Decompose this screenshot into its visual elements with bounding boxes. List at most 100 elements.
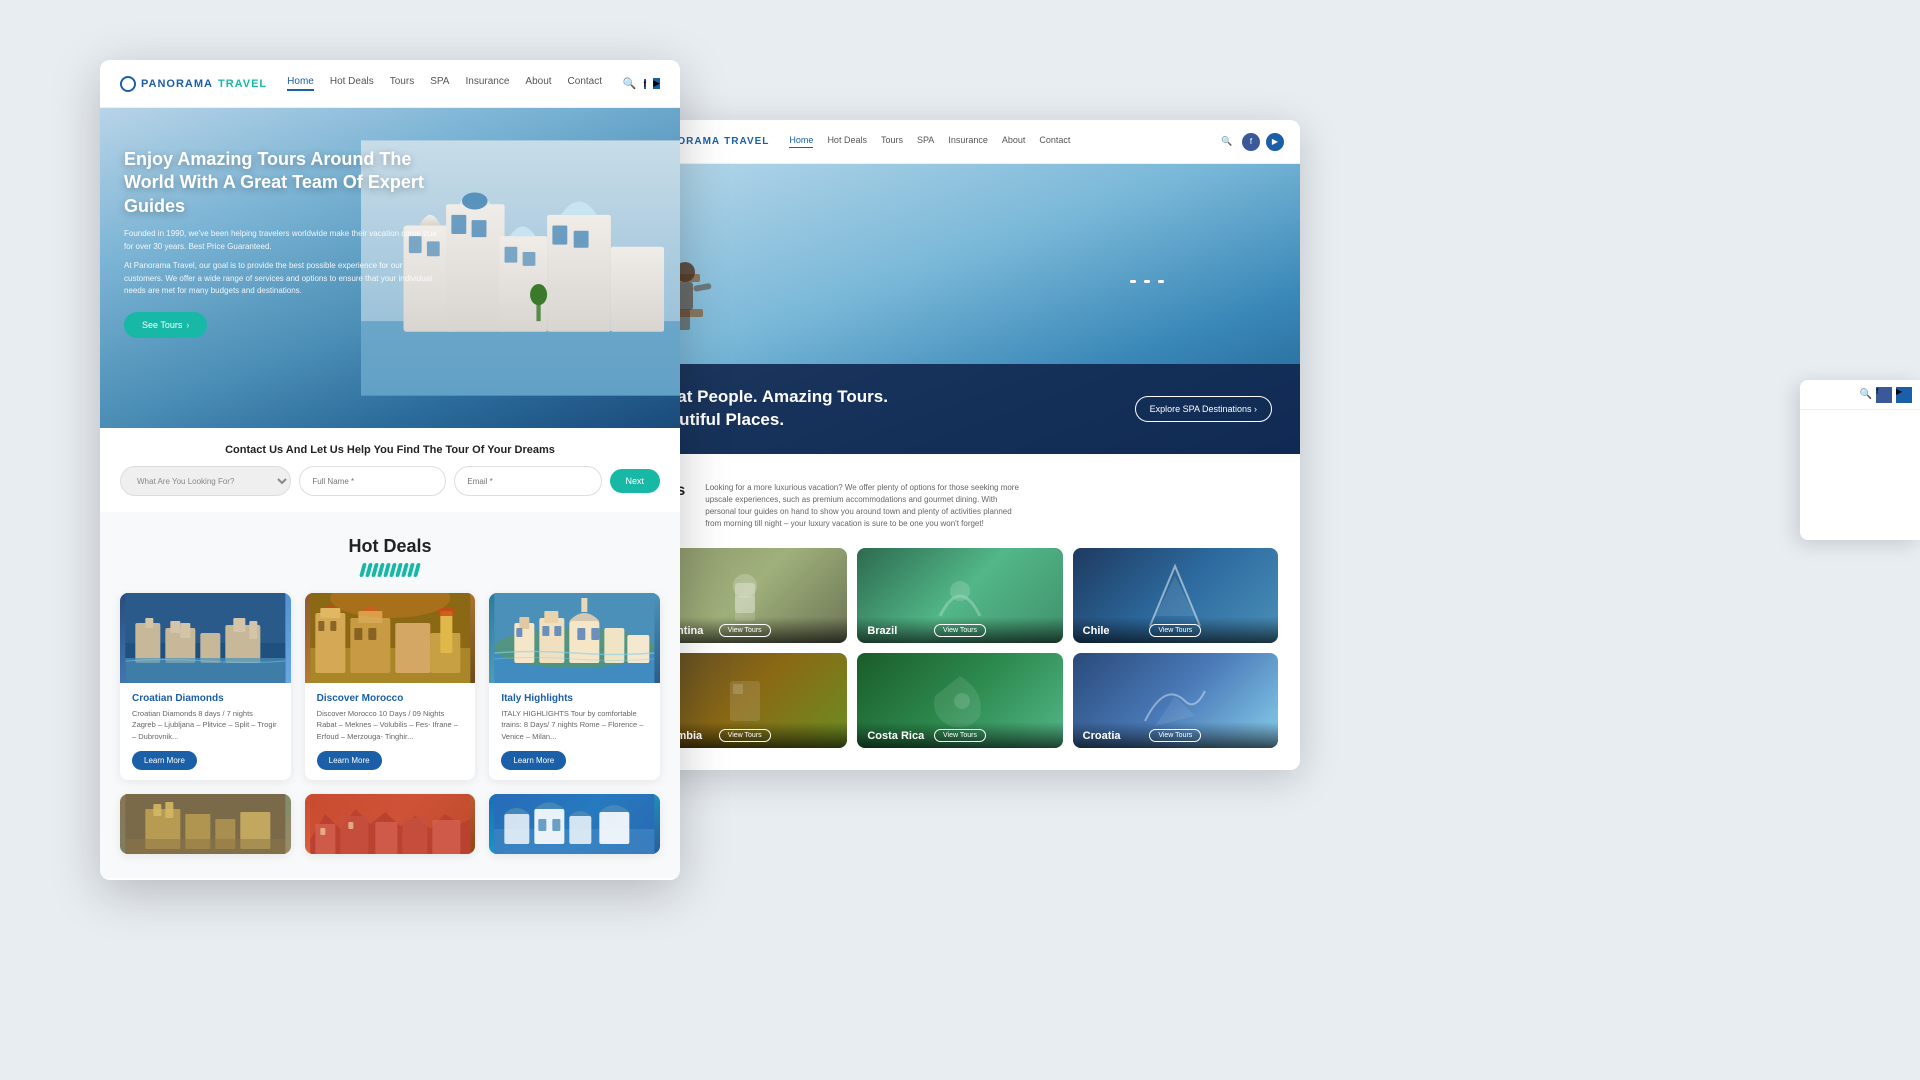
nav-links-back: Home Hot Deals Tours SPA Insurance About… bbox=[789, 135, 1206, 148]
tour-card-costa-rica: Costa Rica View Tours bbox=[857, 653, 1062, 748]
section-divider bbox=[120, 563, 660, 577]
partial-search-icon[interactable]: 🔍 bbox=[1860, 389, 1872, 400]
tours-section-back: Tours Looking for a more luxurious vacat… bbox=[620, 454, 1300, 770]
partial-facebook-icon[interactable]: f bbox=[1876, 387, 1892, 403]
next-button[interactable]: Next bbox=[610, 469, 661, 493]
brazil-view-tours-button[interactable]: View Tours bbox=[934, 624, 986, 637]
morocco-learn-more-button[interactable]: Learn More bbox=[317, 751, 382, 770]
hot-deals-section: Hot Deals bbox=[100, 512, 680, 878]
globe-icon-front bbox=[120, 76, 136, 92]
tours-header-back: Tours Looking for a more luxurious vacat… bbox=[642, 482, 1278, 530]
explore-spa-button[interactable]: Explore SPA Destinations › bbox=[1135, 396, 1272, 422]
brand-tagline-front: TRAVEL bbox=[218, 78, 267, 90]
tour-card-chile: Chile View Tours bbox=[1073, 548, 1278, 643]
hero-title-front: Enjoy Amazing Tours Around The World Wit… bbox=[124, 148, 443, 218]
hero-overlay-text: Great People. Amazing Tours. Beautiful P… bbox=[648, 386, 888, 432]
hero-back-title-line1: Great People. Amazing Tours. bbox=[648, 386, 888, 409]
nav-contact-back[interactable]: Contact bbox=[1039, 135, 1070, 148]
navbar-front: PANORAMA TRAVEL Home Hot Deals Tours SPA… bbox=[100, 60, 680, 108]
colombia-view-tours-button[interactable]: View Tours bbox=[719, 729, 771, 742]
browser-partial-nav: 🔍 f ▶ bbox=[1800, 380, 1920, 540]
hero-subtitle1-front: Founded in 1990, we've been helping trav… bbox=[124, 228, 443, 254]
tour-grid-back: Argentina View Tours Brazil View Tours bbox=[642, 548, 1278, 748]
hero-back-title-line2: Beautiful Places. bbox=[648, 409, 888, 432]
youtube-icon-back[interactable]: ▶ bbox=[1266, 133, 1284, 151]
croatia-deal-desc: Croatian Diamonds 8 days / 7 nights Zagr… bbox=[132, 708, 279, 742]
nav-contact-front[interactable]: Contact bbox=[568, 76, 602, 91]
croatia-learn-more-button[interactable]: Learn More bbox=[132, 751, 197, 770]
hero-subtitle2-front: At Panorama Travel, our goal is to provi… bbox=[124, 260, 443, 298]
morocco-deal-image bbox=[305, 593, 476, 683]
nav-links-front: Home Hot Deals Tours SPA Insurance About… bbox=[287, 76, 609, 91]
partial-nav-bar: 🔍 f ▶ bbox=[1800, 380, 1920, 410]
chile-view-tours-button[interactable]: View Tours bbox=[1149, 624, 1201, 637]
boats-decoration bbox=[1130, 280, 1164, 283]
hero-text-front: Enjoy Amazing Tours Around The World Wit… bbox=[124, 148, 443, 338]
brand-tagline-back: TRAVEL bbox=[724, 136, 769, 147]
morocco-deal-title: Discover Morocco bbox=[317, 693, 464, 704]
deal-card-morocco: Discover Morocco Discover Morocco 10 Day… bbox=[305, 593, 476, 780]
nav-about-front[interactable]: About bbox=[525, 76, 551, 91]
tour-card-brazil: Brazil View Tours bbox=[857, 548, 1062, 643]
email-input[interactable] bbox=[454, 466, 601, 496]
italy-deal-desc: ITALY HIGHLIGHTS Tour by comfortable tra… bbox=[501, 708, 648, 742]
youtube-icon-front[interactable]: ▶ bbox=[653, 78, 660, 89]
croatia-view-tours-button[interactable]: View Tours bbox=[1149, 729, 1201, 742]
deal-card-croatia: Croatian Diamonds Croatian Diamonds 8 da… bbox=[120, 593, 291, 780]
hot-deals-title: Hot Deals bbox=[120, 536, 660, 557]
morocco-deal-body: Discover Morocco Discover Morocco 10 Day… bbox=[305, 683, 476, 780]
hero-back: Great People. Amazing Tours. Beautiful P… bbox=[620, 164, 1300, 454]
partial-youtube-icon[interactable]: ▶ bbox=[1896, 387, 1912, 403]
looking-for-dropdown[interactable]: What Are You Looking For? bbox=[120, 466, 291, 496]
italy-deal-image bbox=[489, 593, 660, 683]
deals-grid-second-row bbox=[120, 794, 660, 854]
croatia-deal-title: Croatian Diamonds bbox=[132, 693, 279, 704]
search-icon-back[interactable]: 🔍 bbox=[1218, 133, 1236, 151]
nav-insurance-front[interactable]: Insurance bbox=[465, 76, 509, 91]
nav-icons-front: 🔍 f ▶ bbox=[623, 77, 660, 90]
full-name-input[interactable] bbox=[299, 466, 446, 496]
costa-rica-view-tours-button[interactable]: View Tours bbox=[934, 729, 986, 742]
contact-form: What Are You Looking For? Next bbox=[120, 466, 660, 496]
nav-about-back[interactable]: About bbox=[1002, 135, 1026, 148]
nav-hotdeals-back[interactable]: Hot Deals bbox=[827, 135, 867, 148]
contact-bar: Contact Us And Let Us Help You Find The … bbox=[100, 428, 680, 512]
logo-front: PANORAMA TRAVEL bbox=[120, 76, 267, 92]
italy-learn-more-button[interactable]: Learn More bbox=[501, 751, 566, 770]
argentina-view-tours-button[interactable]: View Tours bbox=[719, 624, 771, 637]
italy-deal-body: Italy Highlights ITALY HIGHLIGHTS Tour b… bbox=[489, 683, 660, 780]
navbar-back: PANORAMA TRAVEL Home Hot Deals Tours SPA… bbox=[620, 120, 1300, 164]
morocco-deal-desc: Discover Morocco 10 Days / 09 Nights Rab… bbox=[317, 708, 464, 742]
nav-spa-front[interactable]: SPA bbox=[430, 76, 449, 91]
browser-window-front: PANORAMA TRAVEL Home Hot Deals Tours SPA… bbox=[100, 60, 680, 880]
see-tours-label: See Tours bbox=[142, 320, 182, 330]
contact-bar-title: Contact Us And Let Us Help You Find The … bbox=[120, 444, 660, 456]
nav-insurance-back[interactable]: Insurance bbox=[948, 135, 988, 148]
croatia-deal-body: Croatian Diamonds Croatian Diamonds 8 da… bbox=[120, 683, 291, 780]
see-tours-arrow-icon: › bbox=[186, 320, 189, 330]
hero-front: Enjoy Amazing Tours Around The World Wit… bbox=[100, 108, 680, 428]
hero-overlay-back: Great People. Amazing Tours. Beautiful P… bbox=[620, 364, 1300, 454]
facebook-icon-front[interactable]: f bbox=[644, 79, 647, 89]
nav-spa-back[interactable]: SPA bbox=[917, 135, 934, 148]
nav-home-front[interactable]: Home bbox=[287, 76, 314, 91]
search-icon-front[interactable]: 🔍 bbox=[623, 77, 637, 90]
croatia-deal-image bbox=[120, 593, 291, 683]
browser-window-back: PANORAMA TRAVEL Home Hot Deals Tours SPA… bbox=[620, 120, 1300, 770]
deals-grid: Croatian Diamonds Croatian Diamonds 8 da… bbox=[120, 593, 660, 780]
nav-tours-front[interactable]: Tours bbox=[390, 76, 414, 91]
nav-home-back[interactable]: Home bbox=[789, 135, 813, 148]
deal-card-partial-3 bbox=[489, 794, 660, 854]
nav-hotdeals-front[interactable]: Hot Deals bbox=[330, 76, 374, 91]
deal-card-partial-2 bbox=[305, 794, 476, 854]
facebook-icon-back[interactable]: f bbox=[1242, 133, 1260, 151]
deal-card-partial-1 bbox=[120, 794, 291, 854]
divider-decoration bbox=[361, 563, 419, 577]
tours-desc-back: Looking for a more luxurious vacation? W… bbox=[705, 482, 1025, 530]
brand-name-front: PANORAMA bbox=[141, 78, 213, 90]
nav-tours-back[interactable]: Tours bbox=[881, 135, 903, 148]
nav-icons-back: 🔍 f ▶ bbox=[1218, 133, 1284, 151]
deal-card-italy: Italy Highlights ITALY HIGHLIGHTS Tour b… bbox=[489, 593, 660, 780]
tour-card-croatia: Croatia View Tours bbox=[1073, 653, 1278, 748]
see-tours-button[interactable]: See Tours › bbox=[124, 312, 207, 338]
